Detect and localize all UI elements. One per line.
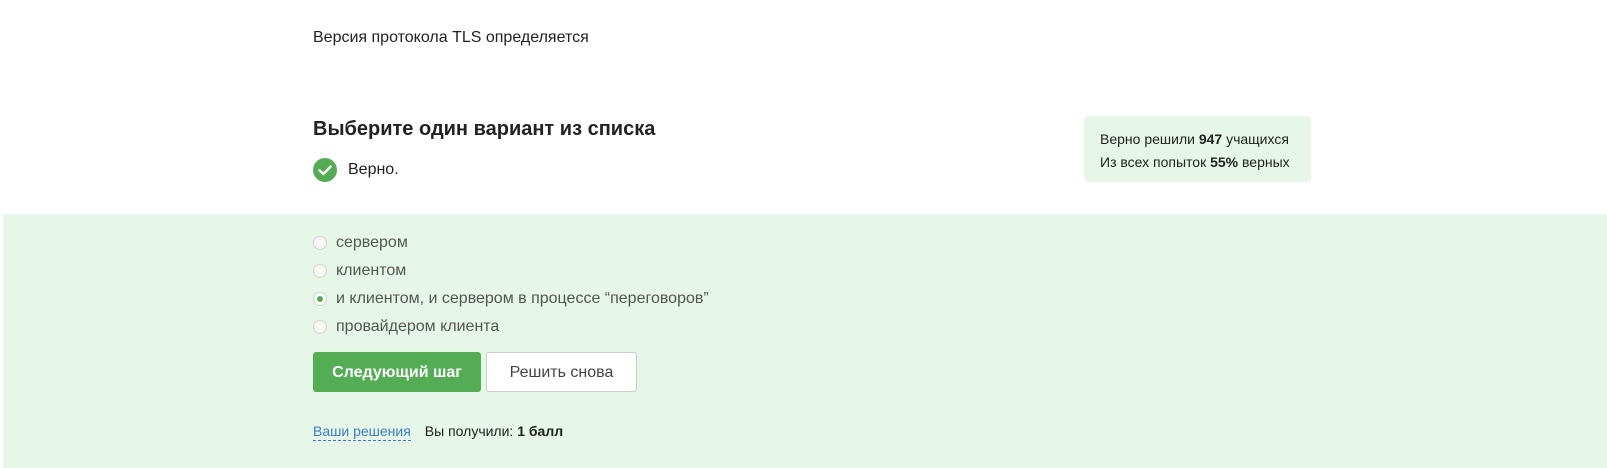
stats-solved-suffix: учащихся — [1226, 131, 1289, 147]
option-item[interactable]: клиентом — [313, 257, 709, 285]
stats-solved-count: 947 — [1198, 131, 1223, 147]
option-label: клиентом — [336, 262, 407, 279]
stats-attempts-percent: 55% — [1210, 154, 1239, 170]
radio-button[interactable] — [313, 320, 327, 334]
stats-solved-prefix: Верно решили — [1100, 131, 1195, 147]
quiz-heading: Выберите один вариант из списка — [313, 118, 656, 140]
footer: Ваши решения Вы получили: 1 балл — [313, 423, 563, 441]
stats-box: Верно решили 947 учащихся Из всех попыто… — [1084, 116, 1311, 182]
option-label: провайдером клиента — [336, 318, 500, 335]
stats-solved: Верно решили 947 учащихся — [1100, 128, 1311, 151]
score-prefix: Вы получили: — [424, 423, 514, 439]
option-label: и клиентом, и сервером в процессе “перег… — [336, 290, 709, 307]
radio-button-selected[interactable] — [313, 292, 327, 306]
radio-button[interactable] — [313, 236, 327, 250]
stats-attempts-suffix: верных — [1242, 154, 1290, 170]
stats-attempts: Из всех попыток 55% верных — [1100, 151, 1311, 174]
verdict: Верно. — [313, 158, 399, 182]
score-value: 1 балл — [517, 423, 564, 439]
check-circle-icon — [313, 158, 337, 182]
options-list: сервером клиентом и клиентом, и сервером… — [313, 229, 709, 341]
retry-button[interactable]: Решить снова — [486, 352, 637, 392]
next-step-button[interactable]: Следующий шаг — [313, 352, 481, 392]
stats-attempts-prefix: Из всех попыток — [1100, 154, 1207, 170]
your-solutions-link[interactable]: Ваши решения — [313, 423, 411, 441]
option-item-selected[interactable]: и клиентом, и сервером в процессе “перег… — [313, 285, 709, 313]
score: Вы получили: 1 балл — [425, 423, 563, 439]
question-text: Версия протокола TLS определяется — [313, 29, 589, 46]
answer-area — [3, 214, 1607, 468]
option-item[interactable]: провайдером клиента — [313, 313, 709, 341]
option-item[interactable]: сервером — [313, 229, 709, 257]
verdict-text: Верно. — [348, 161, 399, 178]
radio-button[interactable] — [313, 264, 327, 278]
option-label: сервером — [336, 234, 408, 251]
